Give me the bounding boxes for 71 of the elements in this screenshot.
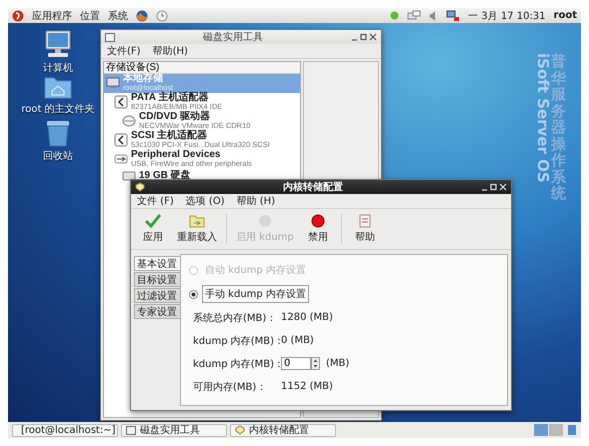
folder-arrow-icon [189,214,205,228]
network-icon[interactable] [446,10,460,22]
field-label: kdump 内存(MB)： [193,334,281,348]
toolbar-button[interactable]: 重新载入 [173,210,221,248]
menu-item[interactable]: 帮助(H) [152,44,188,58]
device-name: SCSI 主机适配器 [131,131,208,141]
window-controls-icon[interactable] [351,33,377,41]
desktop-icon-label[interactable]: 回收站 [43,149,73,163]
menu-item[interactable]: 文件 (F) [137,194,174,208]
trash-icon[interactable] [567,424,577,436]
radio-option[interactable]: 手动 kdump 内存设置 [189,285,499,303]
wallpaper-subtitle: iSoft Server OS [534,53,552,183]
spin-field[interactable]: 0 [281,357,311,370]
adapter-icon [114,95,128,109]
taskbar-item[interactable]: 磁盘实用工具 [121,424,227,436]
taskbar-item[interactable]: [root@localhost:~] [12,424,118,436]
device-list-item[interactable]: 19 GB 硬盘 [104,169,300,183]
field-label: kdump 内存(MB)： [193,358,281,370]
menu-item[interactable]: 帮助 (H) [236,194,276,208]
device-name: PATA 主机适配器 [131,93,210,103]
tab[interactable]: 基本设置 [134,256,180,271]
stop-icon [310,214,325,228]
taskbar-item[interactable]: 内核转储配置 [230,424,336,436]
panel-menu[interactable]: 系统 [108,8,128,22]
window-icon [105,32,115,42]
desktop-icon-label[interactable]: 计算机 [43,61,73,75]
panel-menu[interactable]: 应用程序 [32,8,72,22]
device-name: 本地存储 [123,74,164,84]
adapter-icon [114,133,128,147]
trash-icon[interactable] [45,119,71,147]
window-controls-icon[interactable] [481,183,507,191]
globe-icon[interactable] [136,10,148,22]
panel-menu[interactable]: 位置 [80,8,100,22]
computer-icon[interactable] [43,29,73,59]
field-value: 1152 (MB) [281,381,333,392]
user-name[interactable]: root [554,10,577,21]
clock-text[interactable]: 一 3月 17 10:31 [468,8,546,22]
window-title: 磁盘实用工具 [202,30,264,44]
logo-icon[interactable] [12,10,24,22]
wallpaper-title: 普华服务器操作系统 [551,53,566,202]
tab[interactable]: 过滤设置 [134,288,180,303]
workspace-switcher-icon[interactable] [534,424,564,436]
device-name: Peripheral Devices [131,150,222,160]
toolbar-button[interactable]: 禁用 [300,210,336,248]
menu-item[interactable]: 文件(F) [107,44,141,58]
window-title: 内核转储配置 [282,180,344,194]
clock-icon[interactable] [156,10,168,22]
shield-icon [235,425,245,435]
field-label: 可用内存(MB)： [193,380,268,394]
toolbar-button[interactable]: 应用 [135,210,171,248]
field-value: 0 (MB) [281,335,314,346]
usb-icon [114,153,128,165]
tab[interactable]: 目标设置 [134,272,180,287]
field-value: 1280 (MB) [281,312,333,323]
help-document-icon [358,214,371,228]
status-dot-icon[interactable] [390,11,400,20]
field-label: 系统总内存(MB)： [193,312,278,324]
toolbar-button[interactable]: 帮助 [346,210,383,248]
spin-arrows-icon[interactable] [311,357,320,370]
pane-header: 存储设备(S) [104,62,300,74]
tab[interactable]: 专家设置 [134,304,180,319]
device-name: 19 GB 硬盘 [139,170,191,180]
device-name: CD/DVD 驱动器 [139,112,212,122]
menu-item[interactable]: 选项 (O) [186,194,225,208]
computer-icon [106,77,120,89]
drive-icon [122,115,136,127]
unit-label: (MB) [326,358,350,369]
window-icon [126,426,136,434]
shield-icon [135,182,145,192]
checkmark-icon [145,214,161,228]
desktop-icon-label[interactable]: root 的主文件夹 [21,102,95,116]
